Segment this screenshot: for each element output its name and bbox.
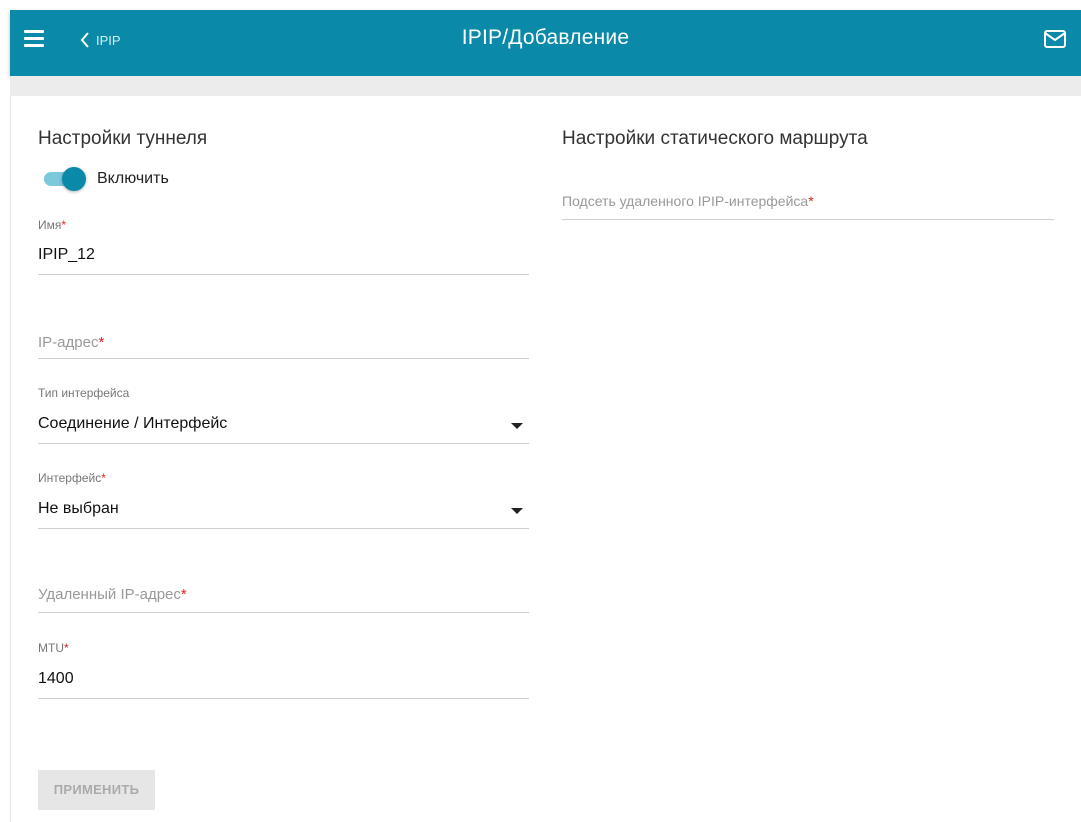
remote-subnet-field[interactable]: Подсеть удаленного IPIP-интерфейса* <box>562 192 1054 222</box>
page-title: IPIP/Добавление <box>461 26 630 49</box>
remote-ip-field[interactable]: Удаленный IP-адрес* <box>38 584 529 614</box>
page: IPIP IPIP/Добавление Настройки туннеля В… <box>0 0 1081 822</box>
mtu-input[interactable]: 1400 <box>38 670 74 688</box>
ip-address-input[interactable]: IP-адрес* <box>38 334 104 351</box>
name-underline <box>38 274 529 275</box>
top-bar: IPIP IPIP/Добавление <box>10 10 1081 76</box>
enable-toggle[interactable] <box>44 167 88 191</box>
enable-label: Включить <box>97 170 169 187</box>
name-label: Имя* <box>38 218 67 232</box>
interface-select[interactable]: Интерфейс* Не выбран <box>38 471 529 531</box>
toggle-knob <box>62 167 86 191</box>
chevron-down-icon <box>511 508 523 514</box>
tunnel-settings-title: Настройки туннеля <box>38 128 208 149</box>
page-frame <box>10 10 11 822</box>
remote-ip-underline <box>38 612 529 613</box>
name-input[interactable]: IPIP_12 <box>38 246 95 264</box>
ip-address-field[interactable]: IP-адрес* <box>38 330 529 360</box>
static-route-title: Настройки статического маршрута <box>562 128 868 149</box>
remote-subnet-underline <box>562 219 1054 220</box>
sub-header-strip <box>10 76 1081 96</box>
mtu-field[interactable]: MTU* 1400 <box>38 641 529 701</box>
interface-label: Интерфейс* <box>38 471 106 485</box>
interface-type-value: Соединение / Интерфейс <box>38 415 228 432</box>
interface-underline <box>38 528 529 529</box>
interface-type-label: Тип интерфейса <box>38 386 130 400</box>
mtu-label: MTU* <box>38 641 69 655</box>
ip-address-underline <box>38 358 529 359</box>
chevron-down-icon <box>511 423 523 429</box>
interface-type-underline <box>38 443 529 444</box>
interface-type-select[interactable]: Тип интерфейса Соединение / Интерфейс <box>38 386 529 446</box>
mail-icon[interactable] <box>1043 28 1067 50</box>
remote-subnet-input[interactable]: Подсеть удаленного IPIP-интерфейса* <box>562 193 814 209</box>
remote-ip-input[interactable]: Удаленный IP-адрес* <box>38 586 187 603</box>
mtu-underline <box>38 698 529 699</box>
interface-value: Не выбран <box>38 500 119 517</box>
apply-button[interactable]: ПРИМЕНИТЬ <box>38 770 155 810</box>
name-field[interactable]: Имя* IPIP_12 <box>38 218 529 276</box>
